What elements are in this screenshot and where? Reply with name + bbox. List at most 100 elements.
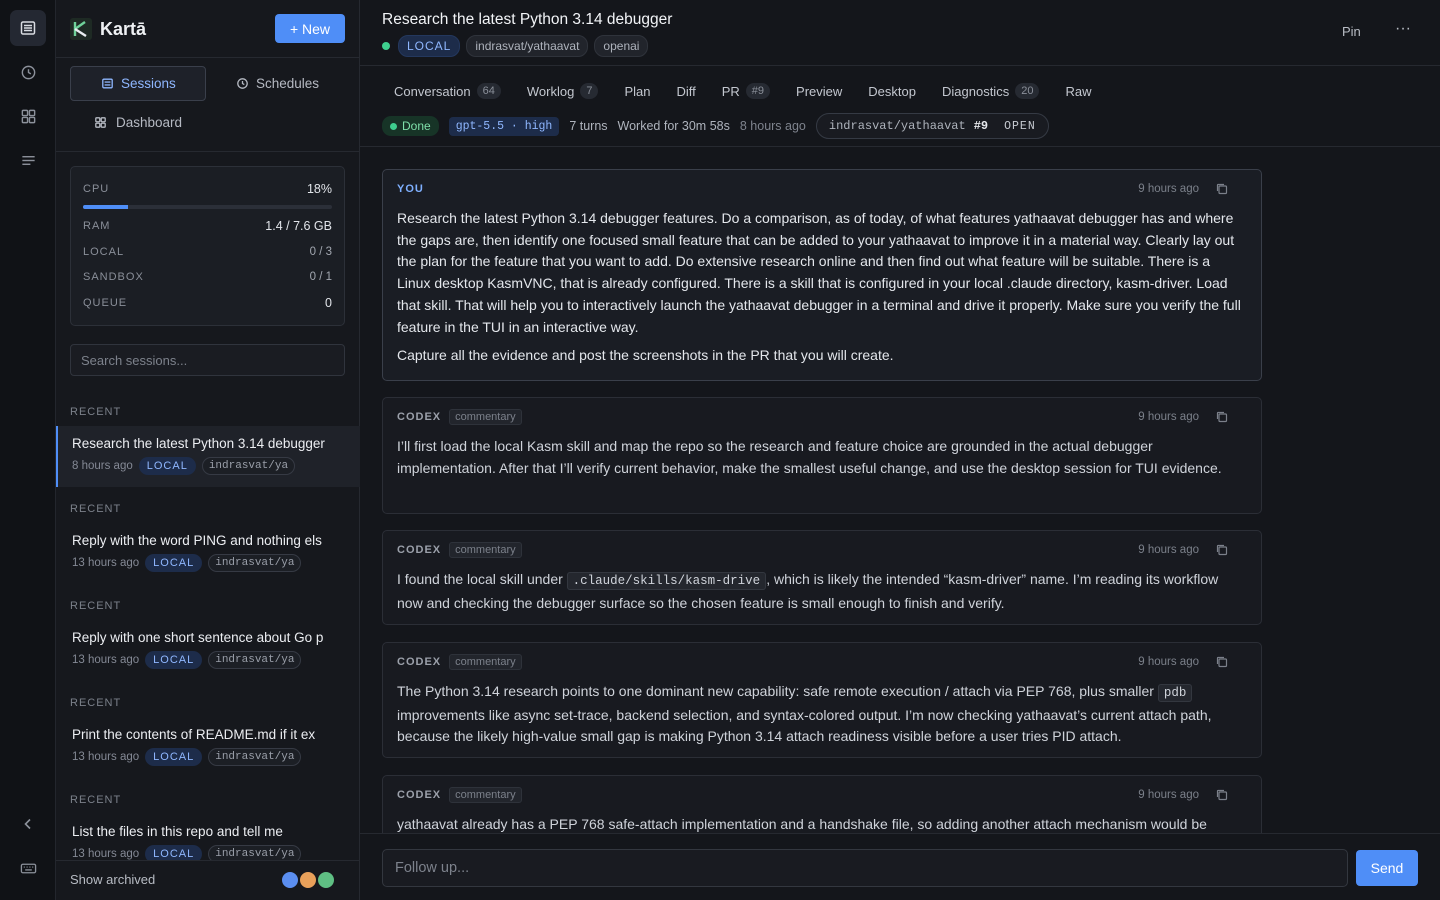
ram-value: 1.4 / 7.6 GB (265, 219, 332, 233)
repo-badge: indrasvat/ya (201, 457, 296, 475)
repo-tag: indrasvat/yathaavat (466, 35, 589, 57)
inline-code: .claude/skills/kasm-drive (566, 572, 767, 590)
local-badge: LOCAL (138, 457, 196, 475)
dashboard-icon[interactable] (10, 98, 46, 134)
status-dot (382, 42, 390, 50)
session-sidebar: Kartā + New Sessions Schedules Dashboard… (56, 0, 360, 900)
session-item[interactable]: List the files in this repo and tell me 1… (56, 814, 360, 860)
tab-diagnostics[interactable]: Diagnostics 20 (942, 80, 1040, 102)
pin-button[interactable]: Pin (1342, 24, 1361, 39)
sessions-nav-button[interactable]: Sessions (70, 66, 206, 101)
message-author: CODEX (397, 789, 442, 801)
tab-preview[interactable]: Preview (796, 80, 842, 102)
send-button[interactable]: Send (1356, 850, 1418, 886)
session-item[interactable]: Reply with one short sentence about Go p… (56, 620, 360, 681)
tab-diff[interactable]: Diff (676, 80, 695, 102)
dashboard-label: Dashboard (116, 115, 183, 130)
tab-label: Desktop (868, 83, 916, 99)
repo-badge: indrasvat/ya (208, 651, 302, 669)
tab-conversation[interactable]: Conversation 64 (394, 80, 501, 102)
session-item[interactable]: Print the contents of README.md if it ex… (56, 717, 360, 778)
provider-tag: openai (594, 35, 649, 57)
message-kind-badge: commentary (449, 654, 522, 670)
status-badge: Done (382, 116, 439, 136)
ram-label: RAM (83, 220, 111, 232)
more-menu-button[interactable]: ··· (1395, 20, 1411, 38)
local-badge: LOCAL (145, 845, 203, 860)
keyboard-icon[interactable] (10, 850, 46, 886)
page-title: Research the latest Python 3.14 debugger (382, 11, 673, 28)
message-header: CODEX commentary 9 hours ago (397, 776, 1247, 814)
session-item[interactable]: Reply with the word PING and nothing els… (56, 523, 360, 584)
message-time: 9 hours ago (1138, 411, 1199, 423)
pr-repo: indrasvat/yathaavat (828, 119, 966, 133)
session-group: RECENT Print the contents of README.md if… (56, 686, 360, 776)
list-icon[interactable] (10, 142, 46, 178)
copy-icon[interactable] (1215, 788, 1229, 802)
avatar (316, 870, 336, 890)
pr-link[interactable]: indrasvat/yathaavat #9 OPEN (815, 113, 1049, 139)
message-body: yathaavat already has a PEP 768 safe-att… (397, 816, 1207, 832)
session-meta: 13 hours ago LOCAL indrasvat/ya (72, 651, 360, 669)
message-card: CODEX commentary 9 hours ago I’ll first … (382, 397, 1262, 514)
message-text: I found the local skill under (397, 571, 567, 587)
dashboard-icon (95, 117, 106, 128)
cpu-value: 18% (306, 182, 332, 196)
new-session-button[interactable]: + New (275, 14, 345, 43)
message-header: YOU 9 hours ago (397, 170, 1247, 208)
clock-icon (237, 78, 248, 89)
resource-metrics: CPU 18% RAM 1.4 / 7.6 GB LOCAL 0 / 3 SAN… (70, 166, 345, 326)
cpu-bar-fill (83, 205, 128, 209)
tab-label: Plan (624, 83, 651, 99)
tab-pr[interactable]: PR #9 (722, 80, 771, 102)
tab-desktop[interactable]: Desktop (868, 80, 916, 102)
clock-icon[interactable] (10, 54, 46, 90)
section-header: RECENT (70, 406, 122, 418)
search-sessions-input[interactable] (70, 344, 345, 376)
inline-code: pdb (1157, 684, 1193, 702)
copy-icon[interactable] (1215, 655, 1229, 669)
dashboard-nav-button[interactable]: Dashboard (64, 105, 214, 140)
session-list: RECENT Research the latest Python 3.14 de… (56, 395, 360, 860)
tab-plan[interactable]: Plan (624, 80, 650, 102)
message-author: CODEX (397, 656, 442, 668)
tab-worklog[interactable]: Worklog 7 (527, 80, 599, 102)
cpu-bar (83, 205, 332, 209)
message-body: Research the latest Python 3.14 debugger… (397, 210, 1241, 335)
divider (56, 860, 360, 861)
session-item[interactable]: Research the latest Python 3.14 debugger… (56, 426, 360, 487)
tab-label: Diff (676, 83, 696, 99)
follow-up-input[interactable] (382, 849, 1348, 887)
copy-icon[interactable] (1215, 410, 1229, 424)
copy-icon[interactable] (1215, 543, 1229, 557)
pr-number: #9 (973, 119, 989, 133)
repo-badge: indrasvat/ya (208, 554, 302, 572)
show-archived-toggle[interactable]: Show archived (70, 872, 155, 887)
message-text: improvements like async set-trace, backe… (397, 706, 1212, 745)
message-time: 9 hours ago (1138, 183, 1199, 195)
session-meta: 13 hours ago LOCAL indrasvat/ya (72, 554, 360, 572)
message-kind-badge: commentary (449, 542, 522, 558)
session-age: 13 hours ago (72, 654, 140, 666)
session-age: 13 hours ago (72, 848, 140, 860)
local-badge: LOCAL (145, 554, 203, 572)
queue-label: QUEUE (83, 297, 128, 309)
message-time: 9 hours ago (1138, 544, 1199, 556)
tab-raw[interactable]: Raw (1065, 80, 1091, 102)
message-card: CODEX commentary 9 hours ago The Python … (382, 642, 1262, 758)
schedules-nav-button[interactable]: Schedules (206, 66, 346, 101)
pr-state: OPEN (1004, 119, 1036, 133)
tab-label: Raw (1065, 83, 1092, 99)
message-card: CODEX commentary 9 hours ago I found the… (382, 530, 1262, 625)
message-card: YOU 9 hours ago Research the latest Pyth… (382, 169, 1262, 381)
avatar (298, 870, 318, 890)
message-author: YOU (397, 183, 424, 195)
session-title: Research the latest Python 3.14 debugger (72, 436, 325, 451)
session-age: 13 hours ago (72, 751, 140, 763)
sessions-icon[interactable] (10, 10, 46, 46)
local-label: LOCAL (83, 246, 125, 258)
divider (56, 151, 360, 152)
copy-icon[interactable] (1215, 182, 1229, 196)
run-age: 8 hours ago (739, 119, 806, 133)
collapse-icon[interactable] (10, 806, 46, 842)
